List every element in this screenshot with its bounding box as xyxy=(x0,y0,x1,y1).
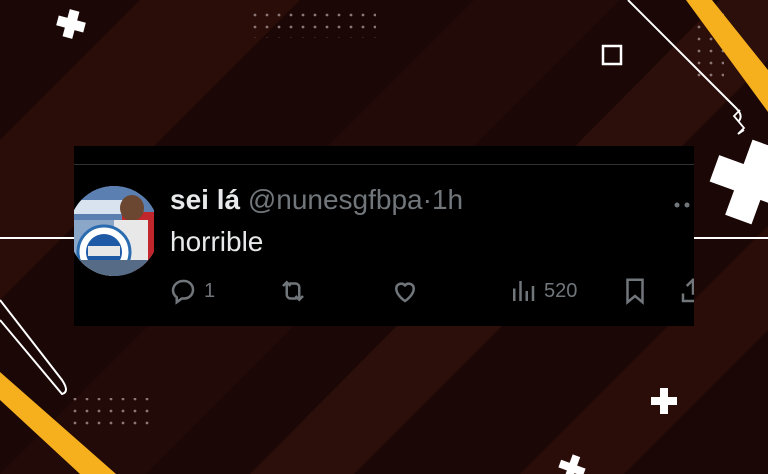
action-bar: 1 520 xyxy=(168,274,694,308)
bookmark-icon xyxy=(626,278,644,305)
tweet-header: sei lá @nunesgfbpa·1h xyxy=(170,182,463,218)
share-button[interactable] xyxy=(678,274,694,308)
bookmark-button[interactable] xyxy=(620,274,650,308)
more-dots-icon[interactable] xyxy=(674,188,690,214)
like-button[interactable] xyxy=(390,274,420,308)
avatar-photo xyxy=(74,186,154,276)
user-handle[interactable]: @nunesgfbpa xyxy=(248,184,423,215)
share-icon xyxy=(681,277,694,303)
heart-icon xyxy=(394,282,416,303)
views-button[interactable]: 520 xyxy=(508,274,577,308)
retweet-icon xyxy=(282,280,304,302)
avatar[interactable] xyxy=(74,186,154,276)
reply-icon xyxy=(171,279,195,305)
reply-button[interactable]: 1 xyxy=(168,274,215,308)
display-name[interactable]: sei lá xyxy=(170,184,240,215)
tweet-card[interactable]: sei lá @nunesgfbpa·1h horrible 1 520 xyxy=(74,146,694,326)
separator-dot: · xyxy=(422,184,432,215)
reply-count: 1 xyxy=(204,279,216,302)
retweet-button[interactable] xyxy=(278,274,308,308)
timestamp[interactable]: 1h xyxy=(432,184,463,215)
views-count: 520 xyxy=(544,279,578,302)
divider xyxy=(74,164,694,165)
views-chart-icon xyxy=(513,281,535,301)
tweet-text: horrible xyxy=(170,226,264,257)
